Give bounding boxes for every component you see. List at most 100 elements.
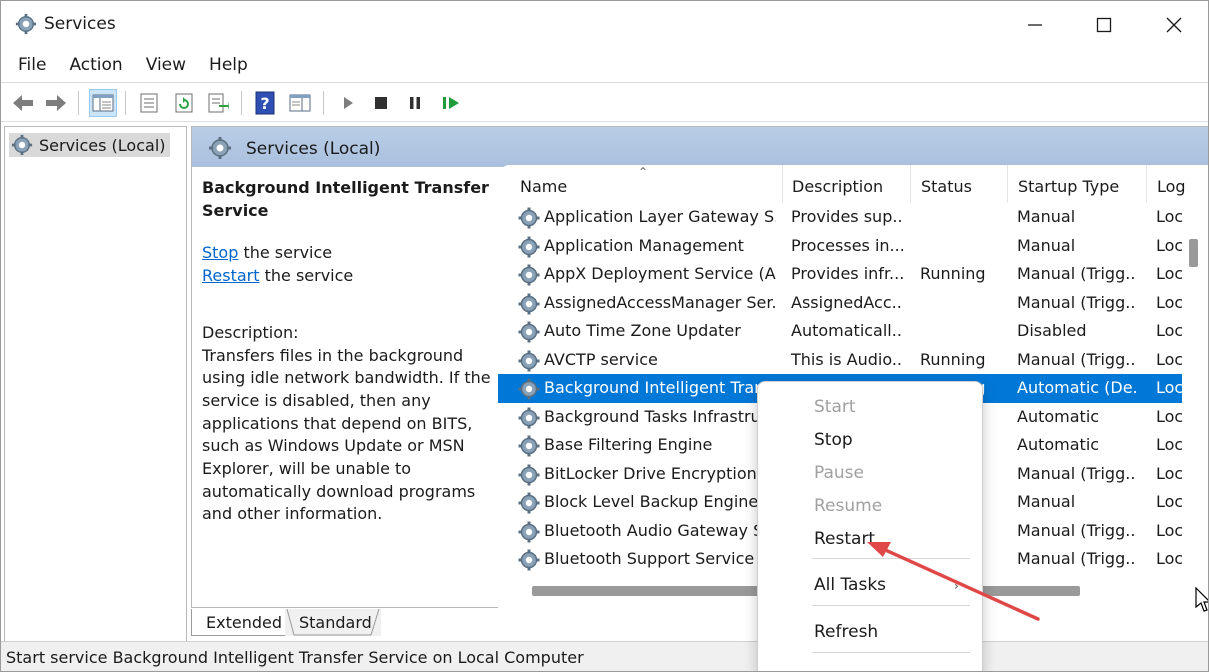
column-header-name[interactable]: Name	[510, 165, 783, 203]
toolbar-separator	[78, 91, 79, 115]
tree-item-services-local[interactable]: Services (Local)	[9, 133, 170, 157]
service-name-cell: Bluetooth Support Service	[544, 549, 755, 568]
service-logon-cell: Loc	[1156, 378, 1182, 397]
menu-help[interactable]: Help	[209, 51, 248, 81]
service-status-cell: Running	[920, 349, 986, 369]
tree-item-label: Services (Local)	[39, 135, 166, 155]
table-row[interactable]: AssignedAccessManager Ser... AssignedAcc.…	[498, 289, 1182, 318]
gear-icon	[209, 137, 231, 159]
restart-service-link[interactable]: Restart	[202, 266, 260, 285]
service-name-cell: AVCTP service	[544, 349, 658, 369]
pause-icon	[410, 97, 420, 109]
service-startup-cell: Manual (Trigg...	[1017, 292, 1137, 312]
back-button[interactable]	[9, 89, 37, 117]
service-name-cell: Background Intelligent Tran	[544, 378, 765, 397]
ctx-separator	[812, 652, 970, 653]
stop-icon	[375, 97, 387, 109]
column-header-description[interactable]: Description	[782, 165, 911, 203]
service-logon-cell: Loc	[1156, 520, 1182, 540]
service-startup-cell: Manual	[1017, 235, 1076, 255]
pane-header-title: Services (Local)	[246, 139, 381, 159]
gear-icon	[517, 548, 541, 572]
service-name-cell: Bluetooth Audio Gateway S	[544, 520, 764, 540]
help-icon: ?	[255, 91, 275, 115]
ctx-refresh[interactable]: Refresh	[814, 622, 878, 642]
console-tree-icon	[92, 94, 114, 112]
service-description-cell: This is Audio...	[791, 349, 903, 369]
service-startup-cell: Automatic	[1017, 435, 1100, 454]
minimize-button[interactable]	[1000, 1, 1070, 49]
table-row[interactable]: Application Layer Gateway S... Provides s…	[498, 203, 1182, 232]
mmc-view-button[interactable]	[286, 89, 314, 117]
ctx-restart[interactable]: Restart	[814, 529, 875, 549]
gear-icon	[517, 263, 541, 287]
service-name-cell: AssignedAccessManager Ser...	[544, 292, 776, 312]
properties-button[interactable]	[135, 89, 163, 117]
ctx-start: Start	[814, 397, 856, 417]
gear-icon	[517, 520, 541, 544]
export-list-button[interactable]	[204, 89, 232, 117]
details-pane: Services (Local) Background Intelligent …	[191, 126, 1208, 608]
ctx-separator	[812, 558, 970, 559]
close-button[interactable]	[1139, 1, 1208, 49]
play-icon	[344, 97, 353, 109]
column-header-log-on-as[interactable]: Log	[1147, 165, 1187, 203]
stop-service-link[interactable]: Stop	[202, 243, 238, 262]
service-name-cell: Background Tasks Infrastruc	[544, 406, 770, 426]
show-console-tree-button[interactable]	[89, 89, 117, 117]
maximize-button[interactable]	[1069, 1, 1139, 49]
service-logon-cell: Loc	[1156, 463, 1182, 483]
service-name-cell: BitLocker Drive Encryption S	[544, 463, 772, 483]
service-status-cell: Running	[920, 264, 986, 283]
table-row[interactable]: Application Management Processes in... Man…	[498, 232, 1182, 261]
restart-service-button[interactable]	[437, 89, 465, 117]
gear-icon	[517, 349, 541, 373]
mouse-cursor-icon	[1195, 587, 1208, 612]
gear-icon	[517, 206, 541, 230]
vertical-scroll-thumb[interactable]	[1189, 239, 1198, 267]
table-row[interactable]: AppX Deployment Service (A... Provides in…	[498, 260, 1182, 289]
service-logon-cell: Loc	[1156, 349, 1182, 369]
gear-icon	[517, 320, 541, 344]
table-row[interactable]: AVCTP service This is Audio... Running Manu…	[498, 346, 1182, 375]
start-service-button[interactable]	[334, 89, 362, 117]
service-description-cell: Processes in...	[791, 235, 903, 255]
forward-button[interactable]	[42, 89, 70, 117]
service-name-cell: Application Layer Gateway S...	[544, 207, 776, 226]
column-header-status[interactable]: Status	[911, 165, 1008, 203]
service-logon-cell: Loc	[1156, 207, 1182, 226]
service-startup-cell: Disabled	[1017, 321, 1087, 340]
pause-service-button[interactable]	[401, 89, 429, 117]
stop-service-button[interactable]	[367, 89, 395, 117]
window-title: Services	[44, 14, 116, 34]
service-logon-cell: Loc	[1156, 406, 1182, 426]
refresh-button[interactable]	[170, 89, 198, 117]
menu-action[interactable]: Action	[69, 51, 122, 81]
column-header-startup-type[interactable]: Startup Type	[1008, 165, 1147, 203]
service-startup-cell: Manual	[1017, 492, 1076, 511]
ctx-all-tasks[interactable]: All Tasks	[814, 575, 886, 595]
export-list-icon	[208, 93, 229, 113]
service-name-cell: AppX Deployment Service (A...	[544, 264, 776, 283]
properties-icon	[140, 93, 158, 113]
vertical-scrollbar[interactable]	[1182, 203, 1206, 581]
menu-view[interactable]: View	[146, 51, 186, 81]
ctx-stop[interactable]: Stop	[814, 430, 853, 450]
svg-text:?: ?	[260, 94, 269, 113]
gear-icon	[517, 491, 541, 515]
ctx-separator	[812, 605, 970, 606]
submenu-arrow-icon: ›	[954, 579, 959, 593]
table-row[interactable]: Auto Time Zone Updater Automaticall... Dis…	[498, 317, 1182, 346]
gear-icon	[15, 13, 37, 35]
service-description-cell: Provides infr...	[791, 264, 903, 283]
service-logon-cell: Loc	[1156, 435, 1182, 454]
selected-service-name: Background Intelligent Transfer Service	[202, 178, 489, 220]
help-button[interactable]: ?	[251, 89, 279, 117]
ctx-pause: Pause	[814, 463, 864, 483]
service-actions: Stop the service Restart the service	[202, 242, 498, 287]
menu-file[interactable]: File	[18, 51, 46, 81]
service-startup-cell: Manual (Trigg...	[1017, 463, 1137, 483]
menu-bar: File Action View Help	[1, 51, 1208, 81]
gear-icon	[517, 235, 541, 259]
stop-link-suffix: the service	[238, 243, 333, 263]
